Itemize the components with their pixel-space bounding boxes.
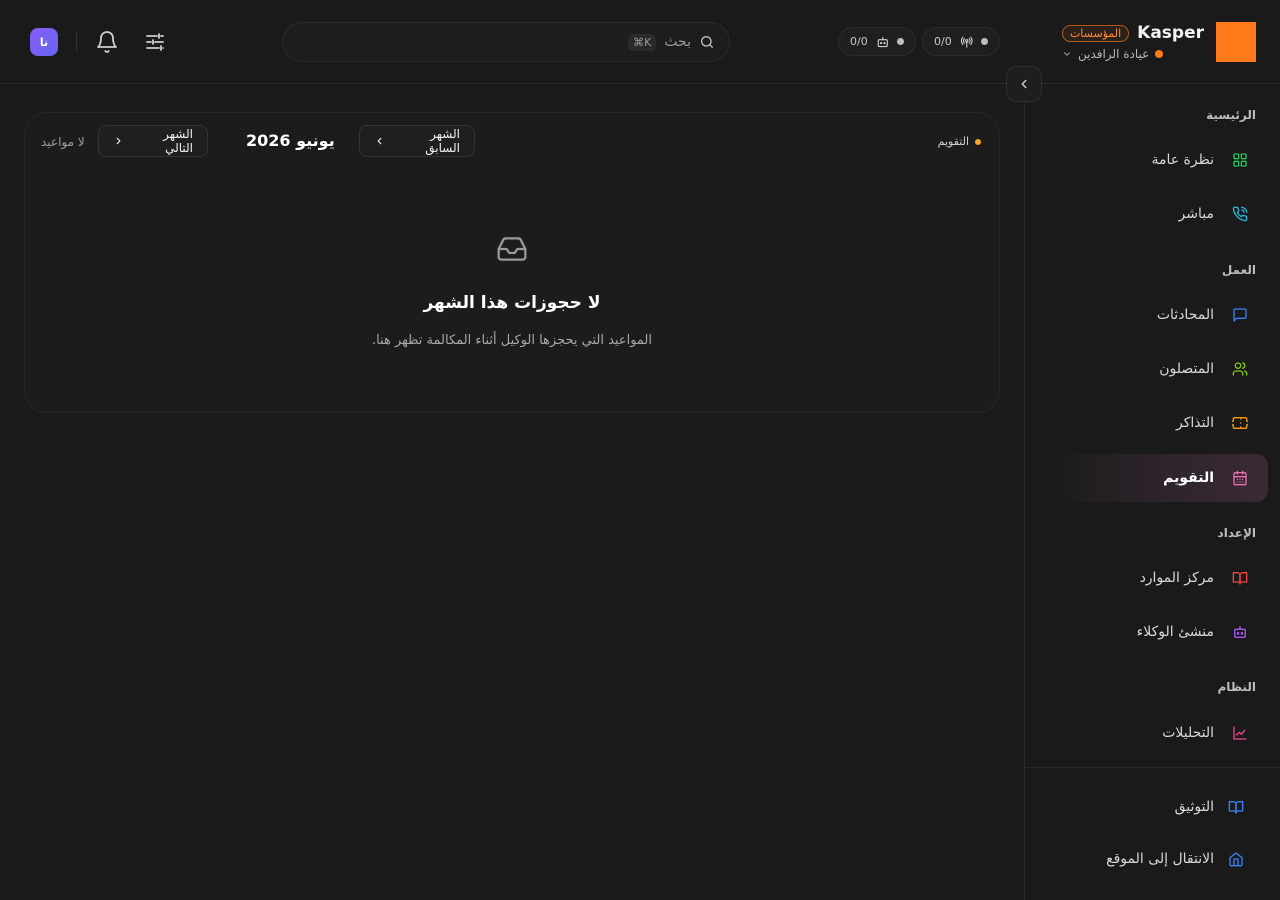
user-avatar[interactable]: نا [30,28,58,56]
chevron-right-icon [116,137,121,145]
org-status-dot [1155,50,1164,58]
sidebar-item-agent-builder[interactable]: منشئ الوكلاء [1048,608,1268,656]
previous-month-button[interactable]: الشهر السابق [359,125,475,157]
book-icon [1232,572,1248,585]
sidebar-item-label: مركز الموارد [1139,570,1214,586]
sliders-icon [146,33,164,51]
agents-counter[interactable]: 0/0 [838,27,916,56]
sidebar-item-documentation[interactable]: التوثيق [1044,783,1264,831]
empty-state-title: لا حجوزات هذا الشهر [423,293,601,313]
sidebar-item-analytics[interactable]: التحليلات [1048,709,1268,757]
sidebar-item-resource-center[interactable]: مركز الموارد [1048,554,1268,602]
grid-icon [1233,153,1247,167]
live-calls-counter[interactable]: 0/0 [922,27,1000,56]
current-month-title: يونيو 2026 [246,131,335,150]
chevron-down-icon [1063,52,1070,56]
sidebar: الرئيسية نظرة عامة مباشر العمل المحادثات… [1024,84,1280,900]
sidebar-item-label: نظرة عامة [1151,152,1214,168]
next-month-label: الشهر التالي [163,127,193,155]
appointments-count: لا مواعيد [41,135,85,149]
brand-name: Kasper [1137,23,1204,43]
bell-icon [97,31,117,53]
empty-state-subtitle: المواعيد التي يحجزها الوكيل أثناء المكال… [371,333,653,348]
chevron-left-icon [1021,79,1027,89]
search-input[interactable]: بحث ⌘K [282,22,730,62]
home-icon [1229,852,1243,867]
calendar-icon [1233,470,1247,486]
search-icon [701,36,713,48]
avatar-initials: نا [39,35,49,49]
sidebar-collapse-button[interactable] [1006,66,1042,102]
sidebar-item-label: منشئ الوكلاء [1136,624,1214,640]
next-month-button[interactable]: الشهر التالي [98,125,208,157]
sidebar-section-system: النظام [1217,680,1256,694]
search-shortcut: ⌘K [628,33,657,51]
card-section-label: التقويم [938,135,981,148]
sidebar-item-label: التحليلات [1162,725,1214,741]
brand-switcher[interactable]: Kasper المؤسسات عيادة الرافدين [1061,22,1256,62]
chat-icon [1233,308,1247,322]
section-label-text: التقويم [937,135,969,148]
counter-value: 0/0 [850,35,868,48]
sidebar-section-home: الرئيسية [1206,108,1256,122]
filters-button[interactable] [143,30,167,54]
sidebar-item-contacts[interactable]: المتصلون [1048,345,1268,393]
notifications-button[interactable] [95,30,119,54]
sidebar-item-label: مباشر [1178,206,1214,222]
top-header: Kasper المؤسسات عيادة الرافدين 0/0 0/0 ب… [0,0,1280,84]
search-placeholder: بحث [664,34,691,50]
status-dot [897,38,904,45]
section-dot [975,138,981,145]
antenna-icon [960,36,973,48]
sidebar-item-tickets[interactable]: التذاكر [1048,399,1268,447]
line-chart-icon [1233,726,1247,740]
previous-month-label: الشهر السابق [425,127,460,155]
counter-value: 0/0 [934,35,952,48]
sidebar-item-calendar[interactable]: التقويم [1048,454,1268,502]
org-name: عيادة الرافدين [1077,47,1150,61]
inbox-icon [496,233,528,265]
chevron-left-icon [377,137,382,145]
sidebar-item-label: التذاكر [1175,415,1214,431]
ticket-icon [1232,417,1248,429]
header-divider [76,32,77,52]
sidebar-item-label: المحادثات [1156,307,1214,323]
sidebar-item-conversations[interactable]: المحادثات [1048,291,1268,339]
brand-text: Kasper المؤسسات عيادة الرافدين [1061,23,1204,61]
sidebar-item-label: المتصلون [1159,361,1214,377]
phone-call-icon [1232,206,1248,222]
status-dot [981,38,988,45]
sidebar-section-work: العمل [1221,263,1256,277]
plan-badge: المؤسسات [1061,24,1130,42]
users-icon [1232,362,1248,376]
sidebar-item-label: التوثيق [1174,799,1214,815]
calendar-card: التقويم الشهر السابق يونيو 2026 الشهر ال… [24,112,1000,413]
sidebar-item-overview[interactable]: نظرة عامة [1048,136,1268,184]
bot-icon [1234,626,1246,638]
sidebar-item-live[interactable]: مباشر [1048,190,1268,238]
sidebar-item-label: الانتقال إلى الموقع [1106,851,1214,867]
bot-icon [877,36,888,47]
sidebar-section-setup: الإعداد [1217,526,1256,540]
book-open-icon [1228,801,1244,814]
sidebar-divider [1024,767,1280,768]
sidebar-item-go-to-site[interactable]: الانتقال إلى الموقع [1044,835,1264,883]
brand-logo [1216,22,1256,62]
sidebar-item-label: التقويم [1163,470,1214,486]
